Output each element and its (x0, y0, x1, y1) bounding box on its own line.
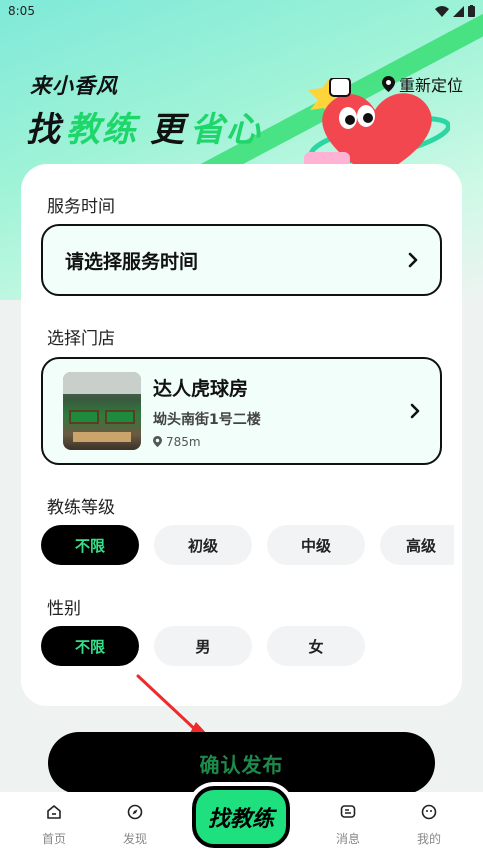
slogan-small: 来小香风 (30, 74, 118, 98)
tab-messages-label: 消息 (335, 832, 360, 846)
tab-discover-label: 发现 (122, 832, 147, 846)
tab-messages[interactable]: 消息 (318, 804, 378, 847)
coach-level-option-any[interactable]: 不限 (41, 525, 139, 565)
slogan-part-3: 更 (150, 110, 186, 150)
chevron-right-icon (410, 403, 420, 419)
store-name: 达人虎球房 (153, 377, 249, 400)
location-pin-icon (153, 436, 162, 447)
status-bar: 8:05 (0, 0, 483, 22)
wifi-icon (435, 5, 449, 17)
slogan-part-2: 教练 (66, 110, 138, 150)
battery-icon (468, 5, 475, 17)
slogan-part-4: 省心 (190, 110, 262, 150)
tab-home-label: 首页 (41, 832, 66, 846)
store-distance-value: 785m (166, 434, 201, 449)
coach-level-option-intermediate[interactable]: 中级 (267, 525, 365, 565)
gender-label: 性别 (47, 599, 81, 619)
slogan-big: 找 教练 更 省心 (26, 102, 262, 151)
service-time-select[interactable]: 请选择服务时间 (41, 224, 442, 296)
chevron-right-icon (408, 252, 418, 268)
compass-icon (127, 804, 143, 820)
relocate-label: 重新定位 (398, 76, 463, 95)
gender-option-female[interactable]: 女 (267, 626, 365, 666)
find-coach-label: 找教练 (207, 807, 274, 832)
profile-icon (421, 804, 437, 820)
store-address: 坳头南街1号二楼 (153, 411, 261, 428)
coach-level-options: 不限 初级 中级 高级 (41, 525, 454, 565)
gender-options: 不限 男 女 (41, 626, 365, 666)
gender-option-male[interactable]: 男 (154, 626, 252, 666)
store-select[interactable]: 达人虎球房 坳头南街1号二楼 785m (41, 357, 442, 465)
confirm-publish-button[interactable]: 确认发布 (48, 732, 435, 794)
home-icon (47, 805, 61, 819)
signal-icon (453, 5, 464, 17)
location-pin-icon (381, 76, 395, 92)
booking-form-card: 服务时间 请选择服务时间 选择门店 达人虎球房 坳头南街1号二楼 785m 教练… (21, 164, 462, 706)
store-distance: 785m (153, 435, 410, 449)
slogan-part-1: 找 (26, 110, 62, 150)
confirm-publish-label: 确认发布 (199, 752, 284, 777)
coach-level-option-advanced[interactable]: 高级 (380, 525, 454, 565)
store-label: 选择门店 (47, 329, 115, 349)
tab-profile-label: 我的 (416, 832, 441, 846)
find-coach-button[interactable]: 找教练 (192, 786, 290, 848)
tab-home[interactable]: 首页 (24, 804, 84, 847)
gender-option-any[interactable]: 不限 (41, 626, 139, 666)
store-info: 达人虎球房 坳头南街1号二楼 785m (153, 374, 410, 449)
status-time: 8:05 (8, 4, 35, 18)
service-time-label: 服务时间 (47, 197, 115, 217)
coach-level-label: 教练等级 (47, 498, 115, 518)
service-time-placeholder: 请选择服务时间 (65, 250, 199, 273)
coach-level-option-beginner[interactable]: 初级 (154, 525, 252, 565)
store-thumbnail (63, 372, 141, 450)
message-icon (340, 805, 356, 818)
status-icons (435, 5, 475, 17)
tab-discover[interactable]: 发现 (105, 804, 165, 847)
tab-profile[interactable]: 我的 (399, 804, 459, 847)
relocate-button[interactable]: 重新定位 (381, 72, 463, 96)
